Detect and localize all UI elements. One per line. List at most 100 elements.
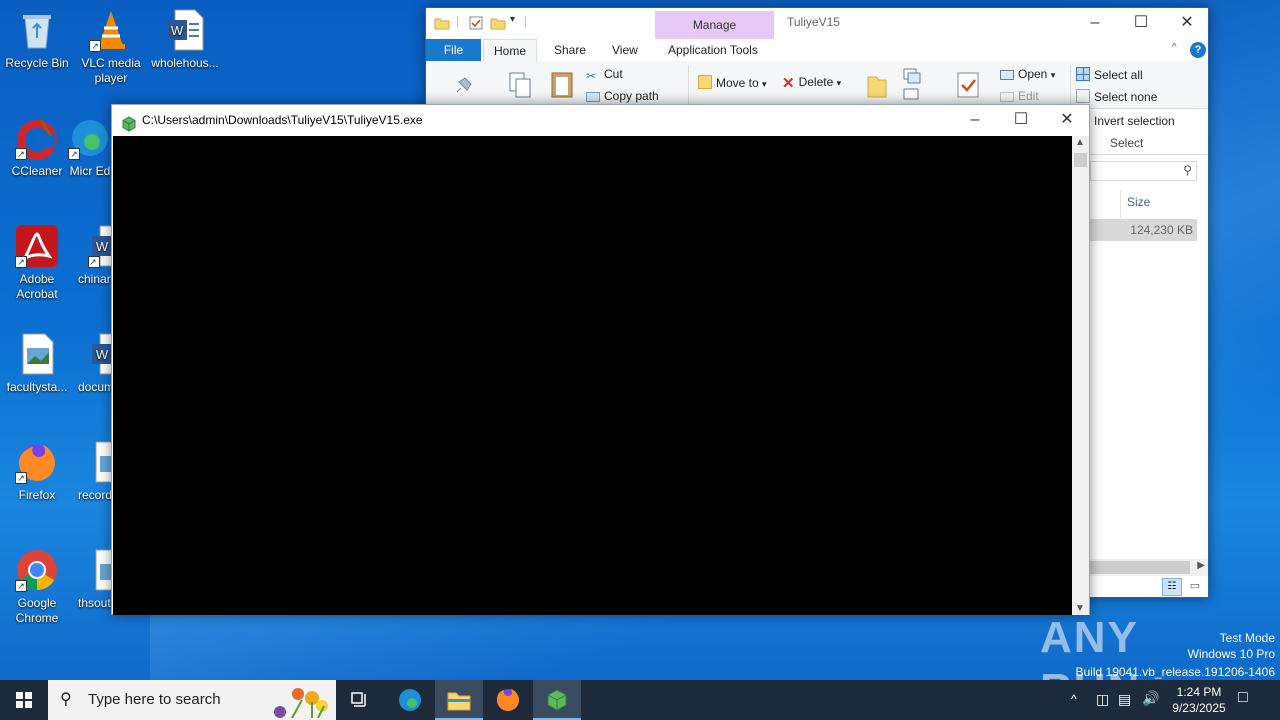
properties-icon[interactable]: [468, 15, 484, 34]
select-all-label: Select all: [1094, 68, 1143, 82]
edit-label: Edit: [1018, 89, 1039, 103]
select-none-label: Select none: [1094, 90, 1158, 104]
scissors-icon: ✂: [586, 69, 597, 83]
move-to-button[interactable]: Move to ▾: [698, 75, 767, 90]
console-window[interactable]: C:\Users\admin\Downloads\TuliyeV15\Tuliy…: [111, 104, 1090, 615]
paste-icon[interactable]: [550, 69, 574, 102]
copy-path-button[interactable]: Copy path: [586, 89, 659, 103]
recycle-bin-icon: [15, 8, 59, 52]
maximize-button[interactable]: ☐: [1118, 8, 1164, 39]
new-item-icon[interactable]: [902, 67, 928, 106]
volume-icon[interactable]: 🔊: [1142, 690, 1159, 707]
select-none-button[interactable]: Select none: [1076, 89, 1157, 104]
build-text: Build 19041.vb_release.191206-1406: [1075, 665, 1276, 679]
console-title-bar[interactable]: C:\Users\admin\Downloads\TuliyeV15\Tuliy…: [112, 105, 1089, 136]
close-button[interactable]: ✕: [1044, 105, 1090, 136]
desktop-icon-vlc[interactable]: ↗ VLC media player: [74, 8, 148, 86]
desktop-icon-edge[interactable]: ↗ Micr Ed: [66, 116, 114, 179]
tab-application-tools[interactable]: Application Tools: [658, 39, 768, 61]
firefox-icon: [497, 689, 519, 711]
quick-access-dropdown-icon[interactable]: ▾: [510, 14, 515, 25]
tab-file[interactable]: File: [426, 39, 481, 61]
desktop-icon-wholehouse[interactable]: W wholehous...: [148, 8, 222, 71]
taskbar-tuliyev15[interactable]: [533, 680, 581, 720]
dropdown-arrow-icon: ▾: [762, 79, 767, 89]
desktop-icon-label: Firefox: [18, 488, 56, 502]
taskbar-firefox[interactable]: [484, 680, 532, 720]
collapse-ribbon-icon[interactable]: ^: [1172, 42, 1177, 53]
console-output[interactable]: [113, 136, 1073, 615]
select-all-button[interactable]: Select all: [1076, 67, 1143, 82]
explorer-title-bar[interactable]: | ▾ | Manage TuliyeV15 – ☐ ✕: [426, 8, 1208, 39]
details-view-icon[interactable]: ☷: [1162, 578, 1182, 596]
image-file-icon: [15, 332, 59, 376]
new-folder-icon[interactable]: [866, 71, 888, 102]
tab-view[interactable]: View: [602, 39, 648, 61]
table-row-selected[interactable]: 124,230 KB: [1090, 219, 1197, 241]
properties-check-icon[interactable]: [956, 71, 980, 102]
select-group-label: Select: [1110, 136, 1144, 150]
desktop-icon-google-chrome[interactable]: ↗ Google Chrome: [0, 548, 74, 626]
desktop-icon-recycle-bin[interactable]: Recycle Bin: [0, 8, 74, 71]
search-input[interactable]: ⚲: [1090, 161, 1197, 181]
task-view-button[interactable]: [336, 680, 384, 720]
manage-context-tab[interactable]: Manage: [655, 11, 774, 39]
show-hidden-icons-chevron-icon[interactable]: ^: [1071, 692, 1077, 706]
edit-button[interactable]: Edit: [1000, 89, 1039, 103]
select-all-icon: [1076, 67, 1090, 81]
scrollbar-thumb[interactable]: [1090, 561, 1190, 574]
security-icon[interactable]: ◫: [1096, 691, 1109, 708]
desktop-icon-label: facultysta...: [6, 380, 68, 394]
close-button[interactable]: ✕: [1164, 8, 1210, 39]
scroll-right-icon[interactable]: ▶: [1197, 560, 1205, 571]
minimize-button[interactable]: –: [1072, 8, 1118, 39]
application-cube-icon: [547, 689, 567, 711]
cut-button[interactable]: ✂ Cut: [586, 67, 623, 83]
desktop-icon-chinar[interactable]: W ↗ chinar: [74, 224, 114, 287]
desktop-icon-document[interactable]: W docum: [74, 332, 114, 395]
delete-label: Delete: [798, 75, 834, 89]
taskbar-edge[interactable]: [386, 680, 434, 720]
desktop-icon-record[interactable]: record: [74, 440, 114, 503]
delete-x-icon: ✕: [782, 75, 795, 92]
clock-date: 9/23/2025: [1172, 701, 1226, 715]
open-button[interactable]: Open ▾: [1000, 67, 1055, 81]
copy-icon[interactable]: [508, 71, 532, 102]
taskbar-file-explorer[interactable]: [435, 680, 483, 720]
vertical-scrollbar[interactable]: ▲ ▼: [1072, 136, 1089, 615]
window-title: TuliyeV15: [787, 15, 840, 29]
network-icon[interactable]: ▤: [1118, 691, 1131, 708]
desktop-icon-firefox[interactable]: ↗ Firefox: [0, 440, 74, 503]
new-folder-icon[interactable]: [490, 15, 506, 34]
delete-button[interactable]: ✕ Delete ▾: [782, 75, 841, 92]
search-icon: ⚲: [60, 691, 72, 708]
console-title: C:\Users\admin\Downloads\TuliyeV15\Tuliy…: [142, 113, 423, 127]
tab-share[interactable]: Share: [544, 39, 596, 61]
cut-label: Cut: [604, 67, 623, 81]
desktop-icon-label: thsout: [78, 596, 111, 610]
maximize-button[interactable]: ☐: [998, 105, 1044, 136]
select-none-icon: [1076, 89, 1090, 103]
action-center-icon[interactable]: □: [1238, 689, 1248, 707]
invert-selection-button[interactable]: Invert selection: [1076, 113, 1175, 128]
help-icon[interactable]: ?: [1190, 42, 1206, 58]
large-icons-view-icon[interactable]: ▭: [1186, 578, 1204, 596]
desktop-icon-adobe-acrobat[interactable]: ↗ Adobe Acrobat: [0, 224, 74, 302]
horizontal-scrollbar[interactable]: ▶: [1090, 559, 1208, 576]
desktop-icon-thsout[interactable]: thsout: [74, 548, 114, 611]
tab-home[interactable]: Home: [483, 39, 538, 61]
start-button[interactable]: [0, 680, 48, 720]
scroll-up-icon[interactable]: ▲: [1075, 137, 1085, 148]
pin-icon[interactable]: [456, 75, 474, 96]
system-clock[interactable]: 1:24 PM 9/23/2025: [1164, 684, 1234, 716]
svg-text:W: W: [96, 239, 109, 254]
column-header-size[interactable]: Size: [1127, 195, 1150, 209]
taskbar-search-box[interactable]: ⚲ Type here to search: [48, 680, 336, 720]
scrollbar-thumb[interactable]: [1074, 153, 1087, 167]
edit-icon: [1000, 92, 1014, 102]
toolbar-separator: |: [456, 14, 460, 28]
minimize-button[interactable]: –: [952, 105, 998, 136]
desktop-icon-ccleaner[interactable]: ↗ CCleaner: [0, 116, 74, 179]
move-to-icon: [698, 75, 712, 89]
desktop-icon-facultysta[interactable]: facultysta...: [0, 332, 74, 395]
